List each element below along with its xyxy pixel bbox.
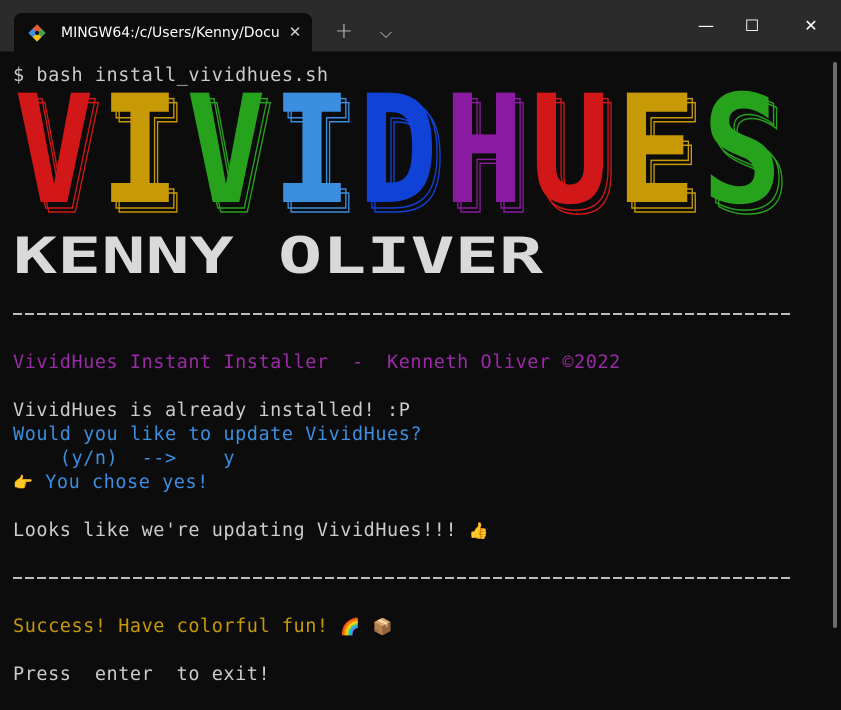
terminal-scrollbar[interactable] — [833, 62, 837, 628]
maximize-button[interactable]: ☐ — [729, 0, 775, 52]
exit-prompt: Press enter to exit! — [13, 664, 271, 685]
success-line: Success! Have colorful fun! 🌈 📦 — [13, 615, 393, 639]
svg-text:H: H — [444, 84, 524, 224]
vividhues-ascii-banner: VVV III VVV III DDD HHH UUU EEE SSS — [14, 84, 791, 224]
package-icon: 📦 — [372, 617, 393, 636]
svg-text:E: E — [616, 84, 696, 224]
pointing-hand-icon: 👉 — [13, 473, 34, 492]
svg-text:D: D — [358, 84, 438, 224]
author-ascii-banner: KENNY OLIVER — [13, 232, 544, 280]
git-bash-icon — [28, 24, 46, 42]
tab-close-icon[interactable]: ✕ — [285, 22, 305, 42]
new-tab-button[interactable]: + — [329, 18, 359, 48]
tab-dropdown-button[interactable]: ⌵ — [371, 18, 401, 48]
minimize-button[interactable]: — — [683, 0, 729, 52]
terminal-tab[interactable]: MINGW64:/c/Users/Kenny/Docu ✕ — [14, 13, 312, 52]
choice-line: 👉 You chose yes! — [13, 471, 209, 495]
choice-text: You chose yes! — [45, 472, 209, 493]
banner-letter-h: HHH — [444, 84, 533, 224]
svg-text:V: V — [14, 84, 94, 224]
svg-text:U: U — [530, 84, 610, 224]
thumbs-up-icon: 👍 — [468, 521, 490, 540]
success-text: Success! Have colorful fun! — [13, 616, 329, 637]
banner-letter-v: VVV — [186, 84, 275, 224]
author-banner-text: KENNY OLIVER — [13, 232, 544, 280]
update-question: Would you like to update VividHues? — [13, 424, 423, 445]
svg-text:I: I — [272, 84, 352, 224]
svg-text:S: S — [702, 84, 782, 224]
close-window-button[interactable]: ✕ — [786, 0, 836, 52]
banner-letter-s: SSS — [702, 84, 791, 224]
installer-header: VividHues Instant Installer - Kenneth Ol… — [13, 352, 621, 373]
rainbow-icon: 🌈 — [340, 617, 361, 636]
banner-letter-u: UUU — [530, 84, 619, 224]
updating-text: Looks like we're updating VividHues!!! — [13, 520, 458, 541]
tab-title: MINGW64:/c/Users/Kenny/Docu — [61, 25, 280, 41]
installed-message: VividHues is already installed! :P — [13, 400, 411, 421]
svg-text:V: V — [186, 84, 266, 224]
banner-letter-i: III — [100, 84, 189, 224]
banner-letter-d: DDD — [358, 84, 447, 224]
updating-line: Looks like we're updating VividHues!!! 👍 — [13, 519, 489, 543]
update-prompt: (y/n) --> y — [13, 447, 235, 471]
banner-letter-v: VVV — [14, 84, 103, 224]
divider-top — [13, 313, 793, 315]
banner-letter-i: III — [272, 84, 361, 224]
banner-letter-e: EEE — [616, 84, 705, 224]
divider-bottom — [13, 577, 793, 579]
svg-text:I: I — [100, 84, 180, 224]
prompt-text: (y/n) --> y — [13, 448, 236, 469]
title-bar: MINGW64:/c/Users/Kenny/Docu ✕ + ⌵ — ☐ ✕ — [0, 0, 841, 52]
